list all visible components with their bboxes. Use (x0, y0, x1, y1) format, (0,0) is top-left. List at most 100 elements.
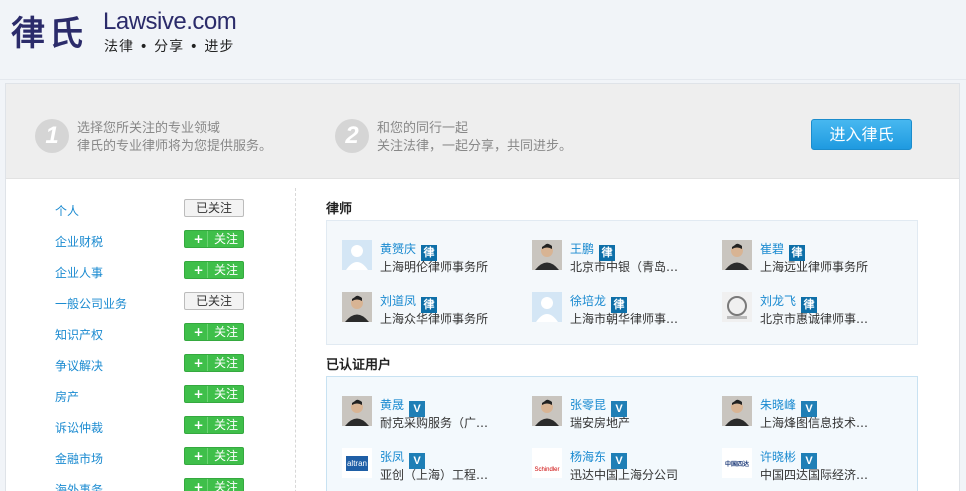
category-row: 企业财税 + 关注 (6, 226, 294, 257)
logo-chinese[interactable]: 律氏 (11, 6, 87, 55)
lawyer-card[interactable]: 徐培龙律上海市朝华律师事… (532, 292, 712, 332)
follow-button-label: 关注 (213, 232, 238, 246)
user-card[interactable]: Schindler 杨海东 V 迅达中国上海分公司 (532, 448, 712, 488)
person-organization: 瑞安房地产 (570, 416, 631, 430)
step-description: 选择您所关注的专业领域 律氏的专业律师将为您提供服务。 (77, 120, 317, 156)
lawyer-card[interactable]: 黄赟庆律上海明伦律师事务所 (342, 240, 522, 280)
follow-button[interactable]: + 关注 (184, 230, 244, 248)
person-name-text[interactable]: 崔碧 (760, 242, 784, 256)
person-name-text[interactable]: 朱晓峰 (760, 398, 796, 412)
plus-icon: + (190, 231, 208, 247)
user-card[interactable]: altran 张凤 V 亚创（上海）工程… (342, 448, 522, 488)
step-description: 和您的同行一起 关注法律，一起分享，共同进步。 (377, 120, 617, 156)
person-name-text[interactable]: 黄赟庆 (380, 242, 416, 256)
photo-avatar[interactable] (532, 240, 562, 270)
follow-button-label: 关注 (213, 480, 238, 491)
altran-logo[interactable]: altran (342, 448, 372, 478)
plus-icon: + (190, 355, 208, 371)
followed-button[interactable]: 已关注 (184, 199, 244, 217)
slogan: 法律 • 分享 • 进步 (104, 39, 235, 55)
category-name[interactable]: 海外事务 (55, 481, 103, 491)
person-name-text[interactable]: 徐培龙 (570, 294, 606, 308)
lawyer-card[interactable]: 刘龙飞律北京市惠诚律师事… (722, 292, 902, 332)
person-organization: 上海明伦律师事务所 (380, 260, 489, 274)
follow-button[interactable]: + 关注 (184, 354, 244, 372)
category-name[interactable]: 一般公司业务 (55, 295, 127, 312)
follow-button-label: 关注 (213, 263, 238, 277)
person-organization: 中国四达国际经济… (760, 468, 869, 482)
follow-button[interactable]: + 关注 (184, 478, 244, 491)
plus-icon: + (190, 448, 208, 464)
person-name-text[interactable]: 黄晟 (380, 398, 404, 412)
step-number-badge: 2 (335, 119, 369, 153)
plus-icon: + (190, 262, 208, 278)
sida-logo[interactable]: 中国四达 (722, 448, 752, 478)
default-avatar[interactable] (342, 240, 372, 270)
person-name-text[interactable]: 杨海东 (570, 450, 606, 464)
logo-english[interactable]: Lawsive.com (103, 8, 237, 36)
category-row: 企业人事 + 关注 (6, 257, 294, 288)
category-name[interactable]: 个人 (55, 202, 79, 219)
category-name[interactable]: 诉讼仲裁 (55, 419, 103, 436)
person-name-text[interactable]: 王鹏 (570, 242, 594, 256)
person-organization: 北京市中银（青岛… (570, 260, 679, 274)
user-card[interactable]: 黄晟 V 耐克采购服务（广… (342, 396, 522, 436)
follow-button[interactable]: + 关注 (184, 385, 244, 403)
category-row: 金融市场 + 关注 (6, 443, 294, 474)
photo-avatar[interactable] (532, 396, 562, 426)
person-organization: 耐克采购服务（广… (380, 416, 489, 430)
category-name[interactable]: 房产 (55, 388, 79, 405)
company-logo-text: 中国四达 (724, 460, 749, 468)
person-name-text[interactable]: 张零昆 (570, 398, 606, 412)
followed-button[interactable]: 已关注 (184, 292, 244, 310)
category-row: 一般公司业务 已关注 (6, 288, 294, 319)
person-organization: 上海烽图信息技术… (760, 416, 869, 430)
step-number-badge: 1 (35, 119, 69, 153)
logo-avatar[interactable] (722, 292, 752, 322)
category-name[interactable]: 争议解决 (55, 357, 103, 374)
follow-button[interactable]: + 关注 (184, 416, 244, 434)
category-row: 诉讼仲裁 + 关注 (6, 412, 294, 443)
default-avatar[interactable] (532, 292, 562, 322)
company-logo-text: altran (345, 455, 368, 471)
follow-button-label: 关注 (213, 387, 238, 401)
category-name[interactable]: 金融市场 (55, 450, 103, 467)
photo-avatar[interactable] (722, 396, 752, 426)
category-row: 海外事务 + 关注 (6, 474, 294, 491)
user-card[interactable]: 朱晓峰 V 上海烽图信息技术… (722, 396, 902, 436)
enter-site-button[interactable]: 进入律氏 (811, 119, 912, 150)
person-organization: 上海远业律师事务所 (760, 260, 869, 274)
plus-icon: + (190, 386, 208, 402)
photo-avatar[interactable] (342, 396, 372, 426)
person-name-text[interactable]: 刘龙飞 (760, 294, 796, 308)
follow-button-label: 关注 (213, 325, 238, 339)
schindler-logo[interactable]: Schindler (532, 448, 562, 478)
site-header: 律氏 Lawsive.com 法律 • 分享 • 进步 (0, 0, 966, 80)
category-name[interactable]: 知识产权 (55, 326, 103, 343)
person-name-text[interactable]: 张凤 (380, 450, 404, 464)
follow-button[interactable]: + 关注 (184, 323, 244, 341)
person-name-text[interactable]: 刘道凤 (380, 294, 416, 308)
lawyers-section-title: 律师 (326, 202, 353, 217)
lawyer-card[interactable]: 王鹏律北京市中银（青岛… (532, 240, 712, 280)
lawyer-card[interactable]: 刘道凤律上海众华律师事务所 (342, 292, 522, 332)
category-row: 房产 + 关注 (6, 381, 294, 412)
company-logo-text: Schindler (534, 467, 560, 473)
follow-button-label: 已关注 (195, 294, 232, 308)
follow-button[interactable]: + 关注 (184, 447, 244, 465)
user-card[interactable]: 张零昆 V 瑞安房地产 (532, 396, 712, 436)
category-row: 争议解决 + 关注 (6, 350, 294, 381)
photo-avatar[interactable] (342, 292, 372, 322)
category-name[interactable]: 企业人事 (55, 264, 103, 281)
person-name-text[interactable]: 许晓彬 (760, 450, 796, 464)
person-organization: 亚创（上海）工程… (380, 468, 489, 482)
follow-button-label: 已关注 (195, 201, 232, 215)
step-line: 关注法律，一起分享，共同进步。 (377, 139, 573, 154)
category-row: 知识产权 + 关注 (6, 319, 294, 350)
user-card[interactable]: 中国四达 许晓彬 V 中国四达国际经济… (722, 448, 902, 488)
category-name[interactable]: 企业财税 (55, 233, 103, 250)
category-row: 个人 已关注 (6, 195, 294, 226)
follow-button[interactable]: + 关注 (184, 261, 244, 279)
lawyer-card[interactable]: 崔碧律上海远业律师事务所 (722, 240, 902, 280)
photo-avatar[interactable] (722, 240, 752, 270)
